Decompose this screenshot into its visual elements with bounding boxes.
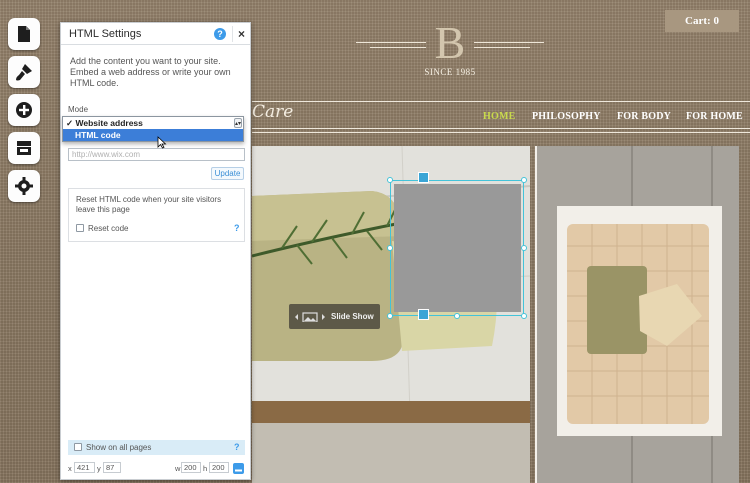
page-icon	[18, 26, 30, 42]
add-icon	[16, 102, 32, 118]
mode-dropdown[interactable]: ✓ Website address HTML code ▴▾	[62, 116, 244, 142]
y-label: y	[97, 464, 101, 473]
paintbrush-icon	[16, 64, 32, 81]
show-on-all-pages-checkbox[interactable]	[74, 443, 82, 451]
html-settings-panel: HTML Settings ? × Add the content you wa…	[60, 22, 251, 480]
logo-line-right-top	[474, 42, 544, 43]
selection-frame[interactable]	[390, 180, 524, 316]
show-on-all-pages-label: Show on all pages	[86, 443, 152, 452]
slideshow-label: Slide Show	[331, 312, 374, 321]
store-icon	[17, 141, 31, 155]
resize-handle-bottom-right[interactable]	[521, 313, 527, 319]
soap-towel-illustration	[537, 146, 739, 483]
logo-letter: B	[434, 17, 466, 68]
anchor-top-icon[interactable]	[418, 172, 429, 183]
mode-option-html-code[interactable]: HTML code	[63, 129, 243, 141]
header-divider-bottom-2	[252, 132, 750, 133]
header-divider-bottom	[252, 128, 750, 129]
site-logo[interactable]: B SINCE 1985	[350, 14, 550, 84]
w-label: w	[175, 464, 181, 473]
slideshow-button[interactable]: Slide Show	[289, 304, 380, 329]
resize-handle-top-right[interactable]	[521, 177, 527, 183]
dropdown-arrows-icon[interactable]: ▴▾	[234, 118, 242, 128]
nav-for-home[interactable]: FOR HOME	[686, 111, 743, 122]
product-image[interactable]	[535, 146, 739, 483]
resize-handle-bottom[interactable]	[454, 313, 460, 319]
pages-button[interactable]	[8, 18, 40, 50]
panel-title: HTML Settings	[69, 28, 142, 40]
editor-toolbar	[8, 18, 42, 208]
mode-label: Mode	[68, 105, 89, 114]
reset-section: Reset HTML code when your site visitors …	[68, 188, 245, 242]
image-gallery-icon	[295, 312, 325, 322]
cart-button[interactable]: Cart: 0	[665, 10, 739, 32]
help-icon[interactable]: ?	[214, 28, 226, 40]
x-label: x	[68, 464, 72, 473]
show-on-all-pages-row: Show on all pages ?	[68, 440, 245, 455]
panel-description: Add the content you want to your site. E…	[70, 56, 231, 88]
gear-icon	[15, 177, 33, 195]
resize-handle-top-left[interactable]	[387, 177, 393, 183]
mouse-pointer-icon	[157, 136, 167, 149]
nav-home[interactable]: HOME	[483, 111, 515, 122]
resize-handle-right[interactable]	[521, 245, 527, 251]
anchor-bottom-icon[interactable]	[418, 309, 429, 320]
update-button[interactable]: Update	[211, 167, 244, 180]
reset-code-checkbox[interactable]	[76, 224, 84, 232]
logo-line-right-bottom	[474, 47, 530, 48]
close-icon[interactable]: ×	[232, 26, 250, 42]
height-input[interactable]: 200	[209, 462, 229, 473]
reset-code-label: Reset code	[88, 224, 129, 233]
nav-philosophy[interactable]: PHILOSOPHY	[532, 111, 601, 122]
settings-button[interactable]	[8, 170, 40, 202]
reset-description: Reset HTML code when your site visitors …	[76, 195, 222, 214]
y-position-input[interactable]: 87	[103, 462, 121, 473]
brand-name-fragment: Care	[252, 102, 294, 122]
logo-line-left-top	[356, 42, 426, 43]
resize-handle-left[interactable]	[387, 245, 393, 251]
add-button[interactable]	[8, 94, 40, 126]
design-button[interactable]	[8, 56, 40, 88]
nav-for-body[interactable]: FOR BODY	[617, 111, 671, 122]
url-input[interactable]	[68, 148, 245, 161]
logo-tagline: SINCE 1985	[424, 67, 476, 77]
show-on-all-help-icon[interactable]: ?	[234, 442, 240, 452]
mode-option-website-address[interactable]: ✓ Website address	[63, 117, 243, 129]
panel-header[interactable]: HTML Settings ? ×	[61, 23, 250, 45]
store-button[interactable]	[8, 132, 40, 164]
x-position-input[interactable]: 421	[74, 462, 95, 473]
lock-proportions-icon[interactable]	[233, 463, 244, 474]
reset-help-icon[interactable]: ?	[234, 223, 240, 233]
h-label: h	[203, 464, 208, 473]
link-icon	[235, 469, 242, 472]
resize-handle-bottom-left[interactable]	[387, 313, 393, 319]
header-divider-top	[252, 101, 750, 102]
width-input[interactable]: 200	[181, 462, 201, 473]
logo-line-left-bottom	[370, 47, 426, 48]
